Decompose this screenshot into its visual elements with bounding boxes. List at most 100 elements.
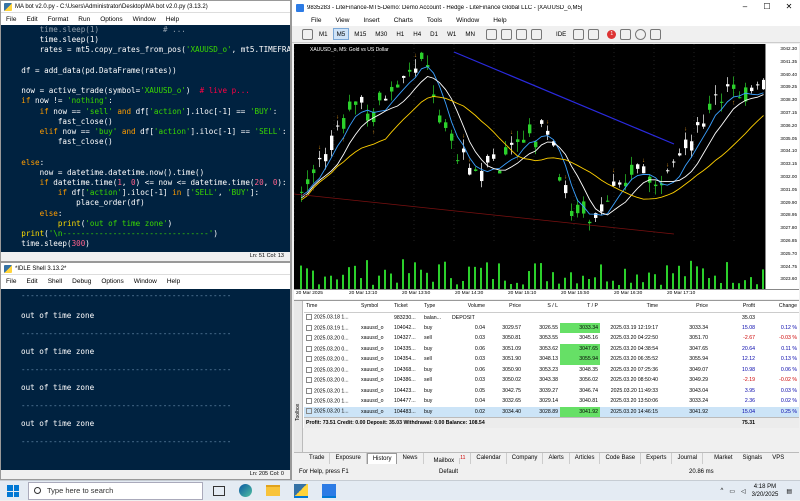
network-icon[interactable]: ▭ xyxy=(729,488,735,495)
edge-icon[interactable] xyxy=(239,484,252,497)
tab-mailbox[interactable]: Mailbox 11 xyxy=(424,453,472,464)
volume-icon[interactable]: ◁ xyxy=(741,488,746,495)
shell-menu-shell[interactable]: Shell xyxy=(43,278,67,285)
row-checkbox[interactable] xyxy=(306,314,312,321)
algo-trading-icon[interactable] xyxy=(573,28,585,40)
tab-news[interactable]: News xyxy=(397,453,424,464)
new-order-icon[interactable] xyxy=(588,28,600,40)
row-checkbox[interactable] xyxy=(306,324,312,331)
timeframe-w1[interactable]: W1 xyxy=(443,28,460,40)
market-button[interactable]: Market xyxy=(709,453,737,464)
col-volume[interactable]: Volume xyxy=(450,301,487,313)
timeframe-m1[interactable]: M1 xyxy=(315,28,332,40)
tab-history[interactable]: History xyxy=(366,453,398,464)
row-checkbox[interactable] xyxy=(306,408,312,415)
chart-type-icon[interactable] xyxy=(485,28,497,40)
shell-menu-debug[interactable]: Debug xyxy=(67,278,96,285)
timeframe-h4[interactable]: H4 xyxy=(409,28,425,40)
row-checkbox[interactable] xyxy=(306,335,312,342)
editor-menu-run[interactable]: Run xyxy=(73,16,95,23)
idle-app-icon[interactable] xyxy=(294,483,308,498)
objects-icon[interactable] xyxy=(515,28,527,40)
table-row[interactable]: 2025.03.20 0... xauusd_o 104335... buy 0.06 3… xyxy=(304,343,799,354)
col-sl[interactable]: S / L xyxy=(523,301,560,313)
toolbox-sidebar[interactable]: Toolbox xyxy=(294,301,303,461)
windows-start-icon[interactable] xyxy=(7,485,19,497)
menu-view[interactable]: View xyxy=(328,17,356,24)
candlestick-chart[interactable]: ↑↓↓↑↑↓↓↓↓↑↓↓↓↓↓↓↑ xyxy=(294,44,765,289)
chevron-up-icon[interactable]: ^ xyxy=(721,488,724,494)
menu-insert[interactable]: Insert xyxy=(356,17,386,24)
timeframe-h1[interactable]: H1 xyxy=(392,28,408,40)
ide-button[interactable]: IDE xyxy=(552,28,570,40)
tab-company[interactable]: Company xyxy=(507,453,544,464)
menu-charts[interactable]: Charts xyxy=(387,17,420,24)
tab-experts[interactable]: Experts xyxy=(641,453,673,464)
account-icon[interactable] xyxy=(620,28,632,40)
task-view-icon[interactable] xyxy=(213,485,225,496)
shell-output[interactable]: ----------------------------------------… xyxy=(1,289,290,470)
tab-exposure[interactable]: Exposure xyxy=(330,453,367,464)
row-checkbox[interactable] xyxy=(306,398,312,405)
search-icon[interactable] xyxy=(635,28,647,40)
row-checkbox[interactable] xyxy=(306,366,312,373)
editor-titlebar[interactable]: MA bot v2.0.py - C:\Users\Administrator\… xyxy=(1,1,290,13)
col-type[interactable]: Type xyxy=(422,301,450,313)
table-row[interactable]: 2025.03.20 0... xauusd_o 104368... buy 0.06 3… xyxy=(304,365,799,376)
menu-icon[interactable] xyxy=(650,28,662,40)
col-tp[interactable]: T / P xyxy=(560,301,600,313)
price-chart[interactable]: ↑ ↓ ↓ ↑ ↑ ↓ ↓ ↓ ↓ ↑ ↓ ↓ ↓ ↓ ↓ ↓ ↑ XAUUSD_o, M5: Gold vs … xyxy=(294,44,799,299)
table-row[interactable]: 2025.03.20 1... xauusd_o 104483... buy 0.02 3… xyxy=(304,406,799,417)
clock[interactable]: 4:18 PM 3/20/2025 xyxy=(752,483,779,499)
col-close-price[interactable]: Price xyxy=(660,301,710,313)
file-explorer-icon[interactable] xyxy=(266,485,280,496)
tab-journal[interactable]: Journal xyxy=(672,453,704,464)
table-row[interactable]: 2025.03.19 1... xauusd_o 104042... buy 0.04 3… xyxy=(304,322,799,333)
close-icon[interactable]: ✕ xyxy=(778,0,800,14)
timeframe-d1[interactable]: D1 xyxy=(426,28,442,40)
mt5-app-icon[interactable] xyxy=(322,483,336,498)
vps-button[interactable]: VPS xyxy=(767,453,789,464)
row-checkbox[interactable] xyxy=(306,356,312,363)
editor-menu-window[interactable]: Window xyxy=(128,16,161,23)
editor-menu-help[interactable]: Help xyxy=(161,16,184,23)
menu-file[interactable]: File xyxy=(304,17,328,24)
table-row[interactable]: 2025.03.20 0... xauusd_o 104386... sell 0.03… xyxy=(304,375,799,386)
editor-menu-options[interactable]: Options xyxy=(95,16,127,23)
maximize-icon[interactable]: ☐ xyxy=(756,0,778,14)
col-symbol[interactable]: Symbol xyxy=(359,301,392,313)
timeframe-m15[interactable]: M15 xyxy=(350,28,370,40)
shell-titlebar[interactable]: *IDLE Shell 3.13.2* xyxy=(1,263,290,275)
editor-menu-edit[interactable]: Edit xyxy=(21,16,42,23)
col-change[interactable]: Change xyxy=(757,301,799,313)
menu-tools[interactable]: Tools xyxy=(420,17,449,24)
table-row[interactable]: 2025.03.20 1... xauusd_o 104477... buy 0.04 3… xyxy=(304,396,799,407)
indicators-icon[interactable] xyxy=(500,28,512,40)
minimize-icon[interactable]: – xyxy=(734,0,756,14)
col-price[interactable]: Price xyxy=(487,301,523,313)
timeframe-mn[interactable]: MN xyxy=(461,28,479,40)
notification-center-icon[interactable]: ▤ xyxy=(786,488,792,495)
taskbar-search[interactable]: Type here to search xyxy=(28,481,203,500)
table-row[interactable]: 2025.03.20 1... xauusd_o 104423... buy 0.05 3… xyxy=(304,386,799,397)
menu-window[interactable]: Window xyxy=(449,17,486,24)
table-row[interactable]: 2025.03.20 0... xauusd_o 104327... sell 0.03… xyxy=(304,333,799,344)
tab-articles[interactable]: Articles xyxy=(570,453,601,464)
notification-icon[interactable]: 1 xyxy=(607,29,617,39)
shell-menu-window[interactable]: Window xyxy=(129,278,162,285)
code-editor[interactable]: time.sleep(1) # ... time.sleep(1) rates … xyxy=(1,25,290,253)
tab-code-base[interactable]: Code Base xyxy=(600,453,642,464)
col-profit[interactable]: Profit xyxy=(710,301,757,313)
row-checkbox[interactable] xyxy=(306,387,312,394)
table-row[interactable]: 2025.03.20 0... xauusd_o 104354... sell 0.03… xyxy=(304,354,799,365)
tab-calendar[interactable]: Calendar xyxy=(471,453,507,464)
row-checkbox[interactable] xyxy=(306,345,312,352)
shell-menu-options[interactable]: Options xyxy=(96,278,128,285)
row-checkbox[interactable] xyxy=(306,377,312,384)
tab-trade[interactable]: Trade xyxy=(304,453,331,464)
crosshair-icon[interactable] xyxy=(302,28,313,40)
col-ticket[interactable]: Ticket xyxy=(392,301,422,313)
template-icon[interactable] xyxy=(530,28,542,40)
timeframe-m30[interactable]: M30 xyxy=(371,28,391,40)
tab-alerts[interactable]: Alerts xyxy=(543,453,570,464)
